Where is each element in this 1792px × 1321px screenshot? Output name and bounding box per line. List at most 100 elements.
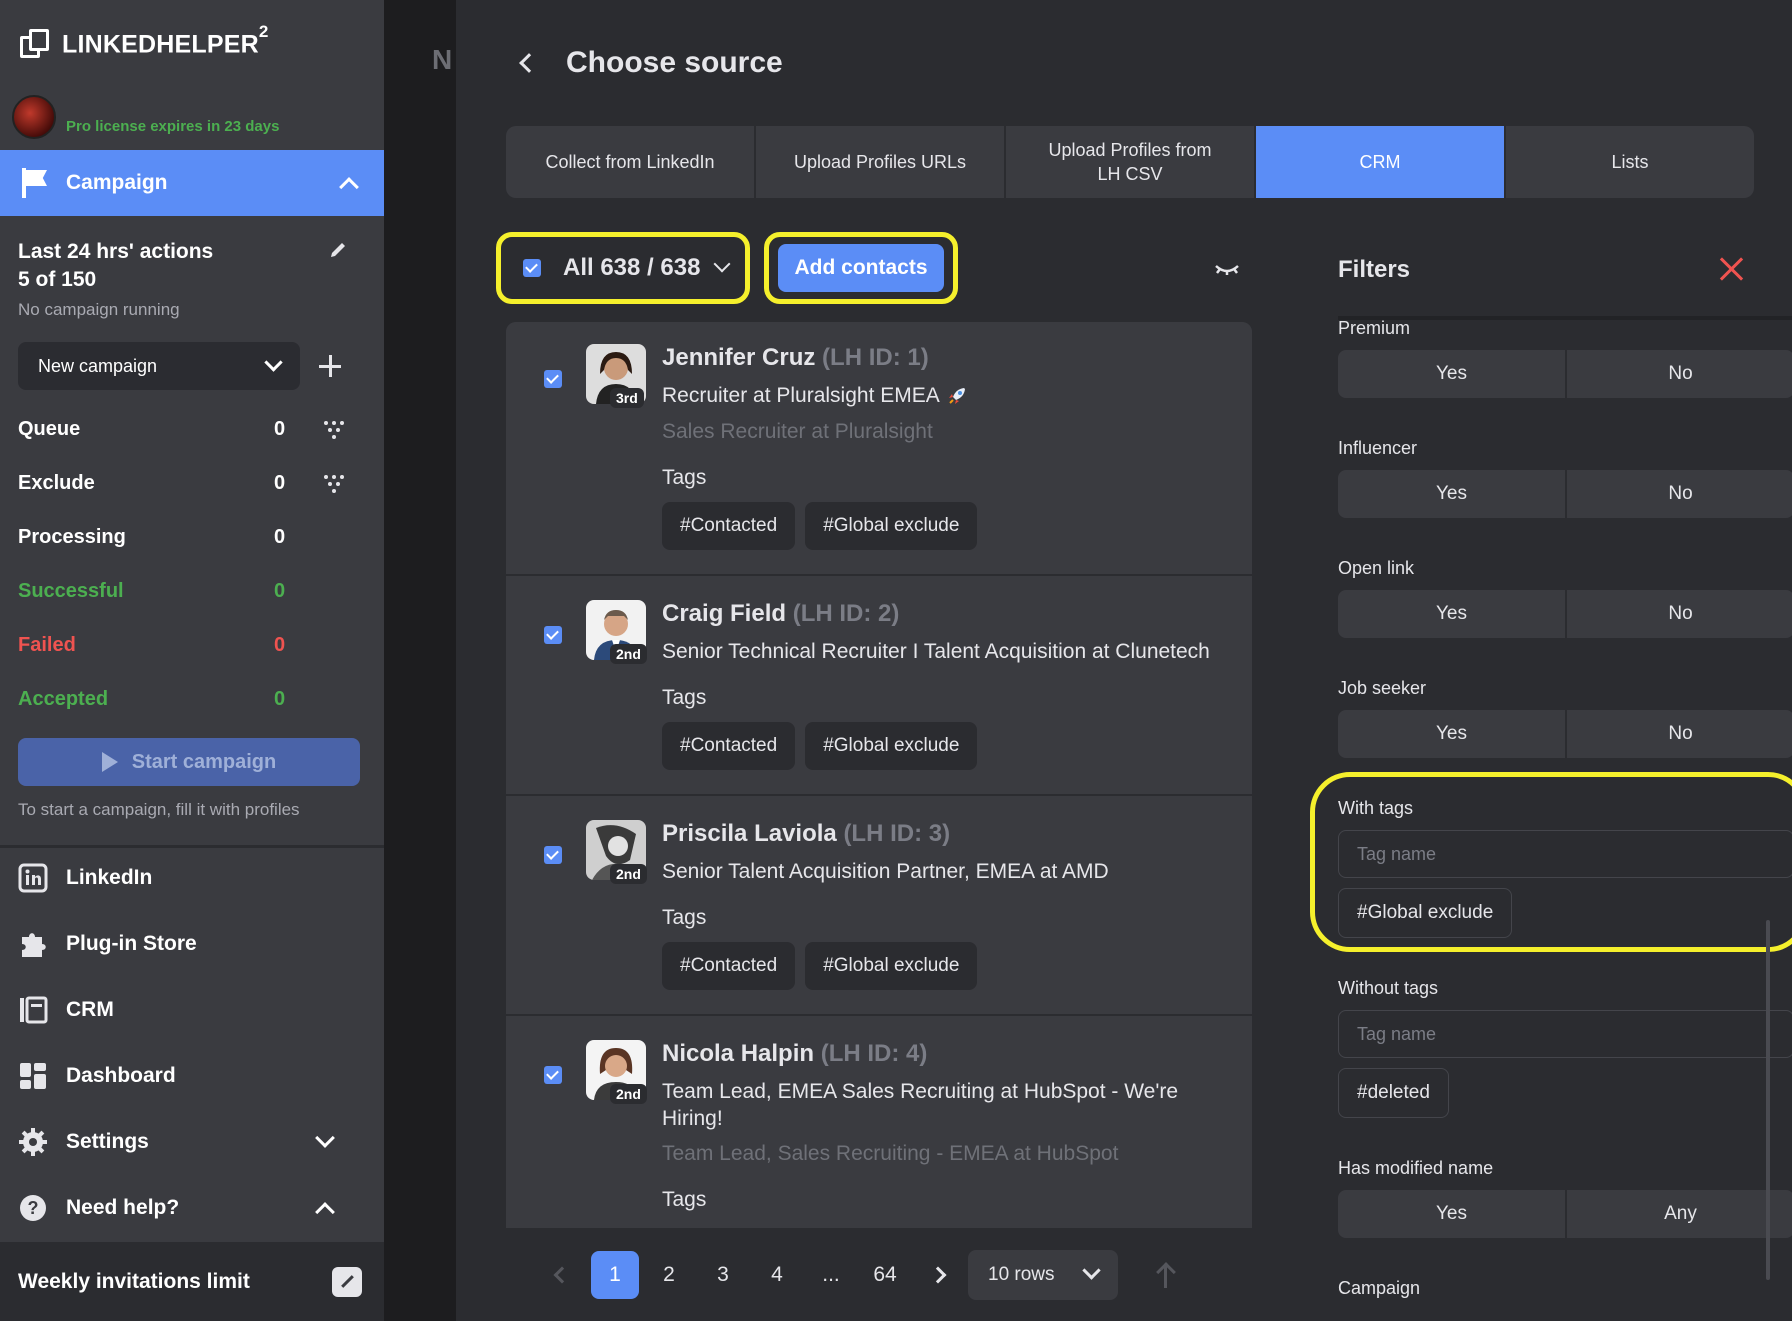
stat-value: 0	[274, 417, 286, 440]
without-tags-input[interactable]: Tag name	[1338, 1010, 1792, 1058]
next-page-icon[interactable]	[929, 1266, 947, 1283]
profile-name[interactable]: Nicola Halpin	[662, 1040, 814, 1067]
dots-icon[interactable]	[322, 471, 346, 495]
tab-upload-csv[interactable]: Upload Profiles from LH CSV	[1006, 126, 1256, 198]
nav-label: Need help?	[66, 1196, 180, 1219]
filter-no-button[interactable]: No	[1567, 470, 1792, 518]
nav-item-plugin-store[interactable]: Plug-in Store	[18, 924, 368, 964]
tab-collect-linkedin[interactable]: Collect from LinkedIn	[506, 126, 756, 198]
start-campaign-button[interactable]: Start campaign	[18, 738, 360, 786]
nav-item-linkedin[interactable]: LinkedIn	[18, 858, 368, 898]
page-ellipsis: ...	[822, 1262, 840, 1286]
filter-no-button[interactable]: No	[1567, 590, 1792, 638]
source-tabs: Collect from LinkedIn Upload Profiles UR…	[506, 126, 1754, 198]
profile-name[interactable]: Priscila Laviola	[662, 820, 837, 847]
filters-scrollbar[interactable]	[1766, 920, 1770, 1280]
profile-checkbox[interactable]	[544, 626, 562, 644]
profile-name[interactable]: Craig Field	[662, 600, 786, 627]
with-tag-chip[interactable]: #Global exclude	[1338, 888, 1513, 938]
tab-crm[interactable]: CRM	[1256, 126, 1506, 198]
filter-yes-button[interactable]: Yes	[1338, 590, 1565, 638]
list-item[interactable]: 2nd Craig Field (LH ID: 2) Senior Techni…	[506, 578, 1252, 796]
page-button[interactable]: 1	[591, 1250, 639, 1299]
filter-label-without-tags: Without tags	[1338, 978, 1439, 998]
profile-checkbox[interactable]	[544, 846, 562, 864]
hide-icon[interactable]	[1214, 260, 1240, 280]
page-button[interactable]: 64	[858, 1263, 912, 1287]
filter-yes-button[interactable]: Yes	[1338, 350, 1565, 398]
list-item[interactable]: 2nd Nicola Halpin (LH ID: 4) Team Lead, …	[506, 1018, 1252, 1228]
filter-no-button[interactable]: No	[1567, 710, 1792, 758]
filter-label-modified-name: Has modified name	[1338, 1158, 1494, 1178]
stat-processing[interactable]: Processing 0	[18, 522, 358, 552]
stat-label: Accepted	[18, 687, 109, 710]
pencil-icon[interactable]	[328, 240, 348, 260]
weekly-label: Weekly invitations limit	[18, 1269, 250, 1293]
avatar[interactable]	[12, 95, 56, 139]
stat-successful[interactable]: Successful 0	[18, 576, 358, 606]
list-item[interactable]: 2nd Priscila Laviola (LH ID: 3) Senior T…	[506, 798, 1252, 1016]
rows-per-page-select[interactable]: 10 rows	[968, 1249, 1118, 1300]
stat-value: 0	[274, 579, 286, 602]
nav-item-settings[interactable]: Settings	[18, 1122, 368, 1162]
tag-chip[interactable]: #Contacted	[662, 502, 796, 550]
with-tags-input[interactable]: Tag name	[1338, 830, 1792, 878]
filter-yes-button[interactable]: Yes	[1338, 710, 1565, 758]
license-row: Pro license expires in 23 days	[12, 95, 279, 139]
nav-item-help[interactable]: ? Need help?	[18, 1188, 368, 1228]
filter-no-button[interactable]: No	[1567, 350, 1792, 398]
prev-page-icon[interactable]	[553, 1266, 571, 1283]
nav-item-crm[interactable]: CRM	[18, 990, 368, 1030]
select-all-dropdown[interactable]: All 638 / 638	[496, 232, 750, 304]
page-button[interactable]: 2	[642, 1263, 696, 1287]
tag-chip[interactable]: #Global exclude	[805, 502, 978, 550]
external-link-icon[interactable]	[332, 1266, 362, 1297]
question-icon: ?	[20, 1195, 46, 1221]
add-contacts-button[interactable]: Add contacts	[778, 244, 944, 292]
back-chevron-icon[interactable]	[519, 53, 539, 73]
select-all-checkbox[interactable]	[523, 259, 541, 277]
nav-label: LinkedIn	[66, 866, 153, 889]
weekly-invitations-limit[interactable]: Weekly invitations limit	[0, 1242, 384, 1321]
chevron-up-icon[interactable]	[339, 177, 359, 197]
stat-exclude[interactable]: Exclude 0	[18, 468, 358, 498]
tag-chip[interactable]: #Global exclude	[805, 942, 978, 990]
nav-item-dashboard[interactable]: Dashboard	[18, 1056, 368, 1096]
page-button[interactable]: 3	[696, 1263, 750, 1287]
page-button[interactable]: 4	[750, 1263, 804, 1287]
nav-label: Settings	[66, 1130, 149, 1153]
filter-any-button[interactable]: Any	[1567, 1190, 1792, 1238]
list-item[interactable]: 3rd Jennifer Cruz (LH ID: 1) Recruiter a…	[506, 322, 1252, 576]
stat-label: Failed	[18, 633, 76, 656]
new-campaign-select[interactable]: New campaign	[18, 342, 300, 390]
scroll-top-icon[interactable]	[1156, 1262, 1176, 1288]
close-icon[interactable]	[1718, 256, 1744, 282]
stat-accepted[interactable]: Accepted 0	[18, 684, 358, 714]
divider	[0, 845, 384, 848]
profile-checkbox[interactable]	[544, 1066, 562, 1084]
tag-chip[interactable]: #Contacted	[662, 722, 796, 770]
filter-label-influencer: Influencer	[1338, 438, 1418, 458]
stat-label: Processing	[18, 525, 126, 548]
start-campaign-label: Start campaign	[131, 750, 277, 773]
nav-label: CRM	[66, 998, 114, 1021]
campaign-section-header[interactable]: Campaign	[0, 150, 384, 216]
choose-source-modal: Choose source Collect from LinkedIn Uplo…	[456, 0, 1792, 1321]
filter-label-campaign: Campaign	[1338, 1278, 1421, 1298]
dots-icon[interactable]	[322, 417, 346, 441]
tag-chip[interactable]: #Contacted	[662, 942, 796, 990]
stat-value: 0	[274, 525, 286, 548]
filter-yes-button[interactable]: Yes	[1338, 470, 1565, 518]
filter-yes-button[interactable]: Yes	[1338, 1190, 1565, 1238]
without-tag-chip[interactable]: #deleted	[1338, 1068, 1449, 1118]
profile-checkbox[interactable]	[544, 370, 562, 388]
tab-upload-urls[interactable]: Upload Profiles URLs	[756, 126, 1006, 198]
filters-panel: Filters Premium Yes No Influencer Yes No…	[1296, 232, 1792, 1321]
filter-premium-toggle: Yes No	[1338, 350, 1792, 398]
profile-name[interactable]: Jennifer Cruz	[662, 344, 815, 371]
stat-failed[interactable]: Failed 0	[18, 630, 358, 660]
tag-chip[interactable]: #Global exclude	[805, 722, 978, 770]
tab-lists[interactable]: Lists	[1506, 126, 1754, 198]
add-campaign-icon[interactable]	[318, 354, 342, 378]
stat-queue[interactable]: Queue 0	[18, 414, 358, 444]
